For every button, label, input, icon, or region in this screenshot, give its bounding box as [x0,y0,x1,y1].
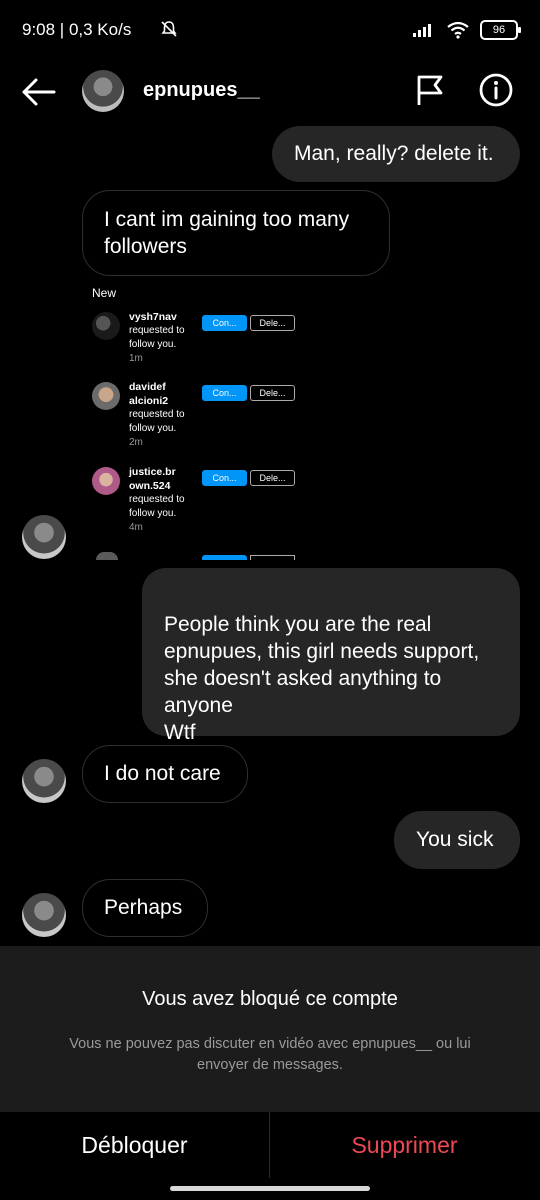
home-indicator[interactable] [170,1186,370,1191]
blocked-title: Vous avez bloqué ce compte [142,988,398,1010]
muted-bell-icon [161,21,177,37]
confirm-button: Con... [202,385,247,401]
avatar [92,312,120,340]
message-text: Man, really? delete it. [294,142,494,165]
status-time: 9:08 | 0,3 Ko/s [22,20,132,39]
message-bubble-outgoing[interactable]: You sick [394,811,520,869]
back-arrow-icon [22,78,56,106]
request-text: requested to follow you. 2m [129,409,185,448]
request-text: requested to follow you. 1m [129,325,185,364]
sender-avatar[interactable] [22,893,66,937]
message-bubble-outgoing[interactable]: Man, really? delete it. [272,126,520,182]
status-bar: 9:08 | 0,3 Ko/s 96 [0,0,540,64]
report-button[interactable] [412,72,448,108]
follow-request-row: vysh7nav requested to follow you. 1m Con… [92,310,304,380]
flag-icon [417,75,443,105]
message-text: I cant im gaining too many followers [104,208,350,258]
shared-screenshot[interactable]: New vysh7nav requested to follow you. 1m… [88,282,308,560]
chat-header: epnupues__ [0,64,540,120]
chat-username[interactable]: epnupues__ [143,79,260,102]
section-label: New [92,286,117,300]
info-button[interactable] [478,72,514,108]
follow-request-row: justice.br own.524 requested to follow y… [92,465,304,535]
delete-button: Dele... [250,315,295,331]
confirm-button: Con... [202,470,247,486]
request-username: davidef alcioni2 [129,381,169,407]
message-bubble-incoming[interactable]: I cant im gaining too many followers [82,190,390,276]
cut-off-request-row [92,552,304,560]
info-icon [479,73,513,107]
message-text: Perhaps [104,896,183,919]
message-text: People think you are the real epnupues, … [164,613,480,744]
blocked-notice: Vous avez bloqué ce compte Vous ne pouve… [0,946,540,1112]
message-text: You sick [416,828,494,851]
avatar [92,467,120,495]
header-avatar[interactable] [82,70,124,112]
message-bubble-outgoing[interactable]: People think you are the real epnupues, … [142,568,520,744]
blocked-actions: Débloquer Supprimer [0,1112,540,1178]
unblock-button[interactable]: Débloquer [0,1112,269,1178]
wifi-icon [447,21,469,39]
delete-button: Dele... [250,470,295,486]
battery-indicator: 96 [480,20,521,40]
sender-avatar[interactable] [22,515,66,559]
message-bubble-incoming[interactable]: Perhaps [82,879,208,937]
blocked-subtitle: Vous ne pouvez pas discuter en vidéo ave… [69,1036,471,1073]
confirm-button: Con... [202,315,247,331]
status-icons: 96 [161,20,521,40]
request-username: vysh7nav [129,311,177,323]
signal-icon [413,24,431,37]
message-text: I do not care [104,762,221,785]
request-text: requested to follow you. 4m [129,494,185,533]
sender-avatar[interactable] [22,759,66,803]
delete-button: Dele... [250,385,295,401]
message-bubble-incoming[interactable]: I do not care [82,745,248,803]
follow-request-row: davidef alcioni2 requested to follow you… [92,380,304,450]
avatar [92,382,120,410]
back-button[interactable] [20,76,60,108]
request-username: justice.br own.524 [129,466,176,492]
delete-chat-button[interactable]: Supprimer [270,1112,539,1178]
